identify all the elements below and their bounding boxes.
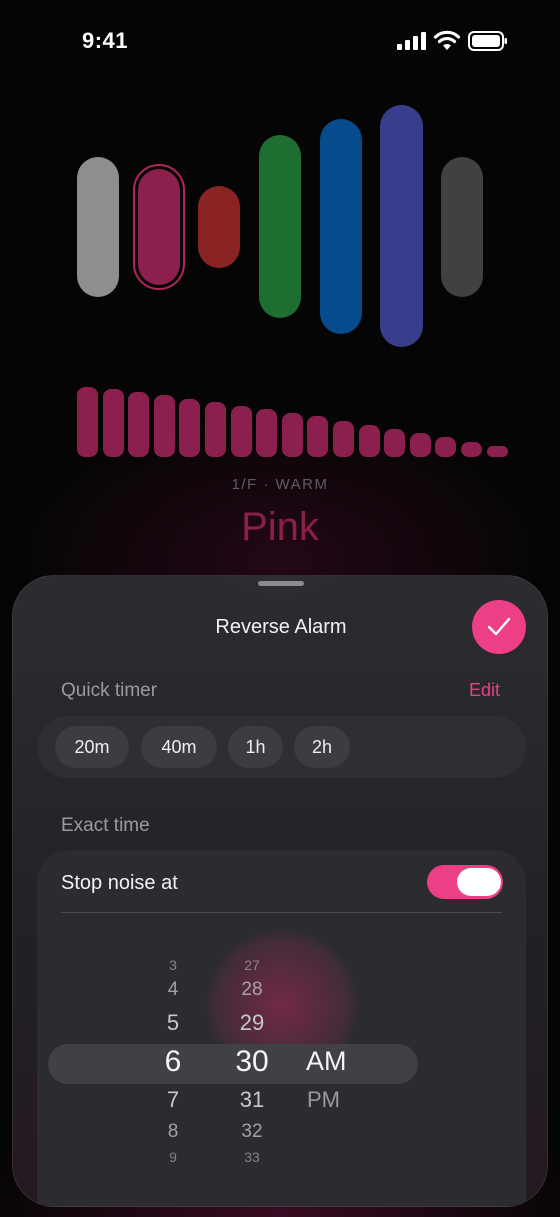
confirm-button[interactable] — [472, 600, 526, 654]
toggle-knob — [457, 868, 501, 896]
reverse-alarm-sheet: Reverse Alarm Quick timer Edit 20m 40m 1… — [12, 575, 548, 1207]
spectrum-bar — [282, 413, 303, 457]
time-picker[interactable]: 3 4 5 6 7 8 9 27 28 29 30 31 32 33 AM PM — [37, 930, 526, 1206]
spectrum-bar — [231, 406, 252, 457]
noise-color-violet[interactable] — [380, 105, 423, 347]
hour-option[interactable]: 5 — [153, 1010, 193, 1036]
sheet-title: Reverse Alarm — [215, 616, 347, 638]
noise-title: Pink — [241, 505, 319, 549]
quick-timer-20m[interactable]: 20m — [55, 726, 129, 768]
hour-option[interactable]: 4 — [153, 979, 193, 1001]
noise-color-white[interactable] — [77, 157, 119, 297]
minute-option[interactable]: 33 — [230, 1149, 274, 1165]
period-option[interactable]: PM — [307, 1087, 367, 1113]
exact-time-card: Stop noise at 3 4 5 6 7 8 9 27 28 29 30 … — [37, 850, 526, 1206]
quick-timer-40m[interactable]: 40m — [141, 726, 217, 768]
noise-color-grey[interactable] — [441, 157, 483, 297]
hour-selected[interactable]: 6 — [153, 1045, 193, 1079]
period-selected[interactable]: AM — [306, 1046, 366, 1077]
status-bar: 9:41 — [0, 0, 560, 84]
spectrum-bar — [410, 433, 431, 457]
hour-option[interactable]: 7 — [153, 1087, 193, 1113]
spectrum-bar — [77, 387, 98, 457]
spectrum-bar — [307, 416, 328, 457]
exact-time-label: Exact time — [61, 815, 150, 836]
minute-option[interactable]: 31 — [230, 1087, 274, 1113]
status-time: 9:41 — [82, 28, 129, 53]
noise-color-green[interactable] — [259, 135, 301, 318]
divider — [61, 912, 502, 913]
spectrum-bar — [179, 399, 200, 457]
stop-noise-label: Stop noise at — [61, 872, 178, 894]
spectrum-bar — [333, 421, 354, 457]
spectrum-bar — [435, 437, 456, 457]
spectrum-bar — [384, 429, 405, 457]
noise-color-pink[interactable] — [138, 169, 180, 285]
spectrum-bar — [461, 442, 482, 457]
wifi-icon — [433, 30, 461, 50]
hour-option[interactable]: 8 — [153, 1121, 193, 1143]
hour-option[interactable]: 9 — [153, 1149, 193, 1165]
spectrum-bar — [487, 446, 508, 457]
spectrum-bar — [154, 395, 175, 457]
minute-option[interactable]: 27 — [230, 957, 274, 973]
quick-timer-2h[interactable]: 2h — [294, 726, 350, 768]
spectrum-bar — [205, 402, 226, 457]
battery-icon — [468, 31, 507, 51]
cellular-signal-icon — [397, 32, 426, 50]
quick-timer-label: Quick timer — [61, 680, 158, 701]
spectrum-bar — [359, 425, 380, 457]
edit-quick-timer-link[interactable]: Edit — [469, 680, 500, 701]
quick-timer-1h[interactable]: 1h — [228, 726, 283, 768]
minute-selected[interactable]: 30 — [225, 1045, 279, 1079]
minute-option[interactable]: 32 — [230, 1121, 274, 1143]
checkmark-icon — [487, 617, 511, 636]
spectrum-bar — [128, 392, 149, 457]
quick-timer-options: 20m 40m 1h 2h — [37, 716, 526, 778]
spectrum-bar — [103, 389, 124, 457]
noise-color-blue[interactable] — [320, 119, 362, 334]
noise-subtitle: 1/F · WARM — [231, 476, 329, 493]
stop-noise-toggle[interactable] — [427, 865, 503, 899]
noise-color-brown[interactable] — [198, 186, 240, 268]
noise-spectrum — [0, 380, 560, 460]
hour-option[interactable]: 3 — [153, 957, 193, 973]
sheet-grabber[interactable] — [258, 581, 304, 586]
minute-option[interactable]: 28 — [230, 979, 274, 1001]
spectrum-bar — [256, 409, 277, 457]
minute-option[interactable]: 29 — [230, 1010, 274, 1036]
noise-color-selector — [0, 100, 560, 360]
